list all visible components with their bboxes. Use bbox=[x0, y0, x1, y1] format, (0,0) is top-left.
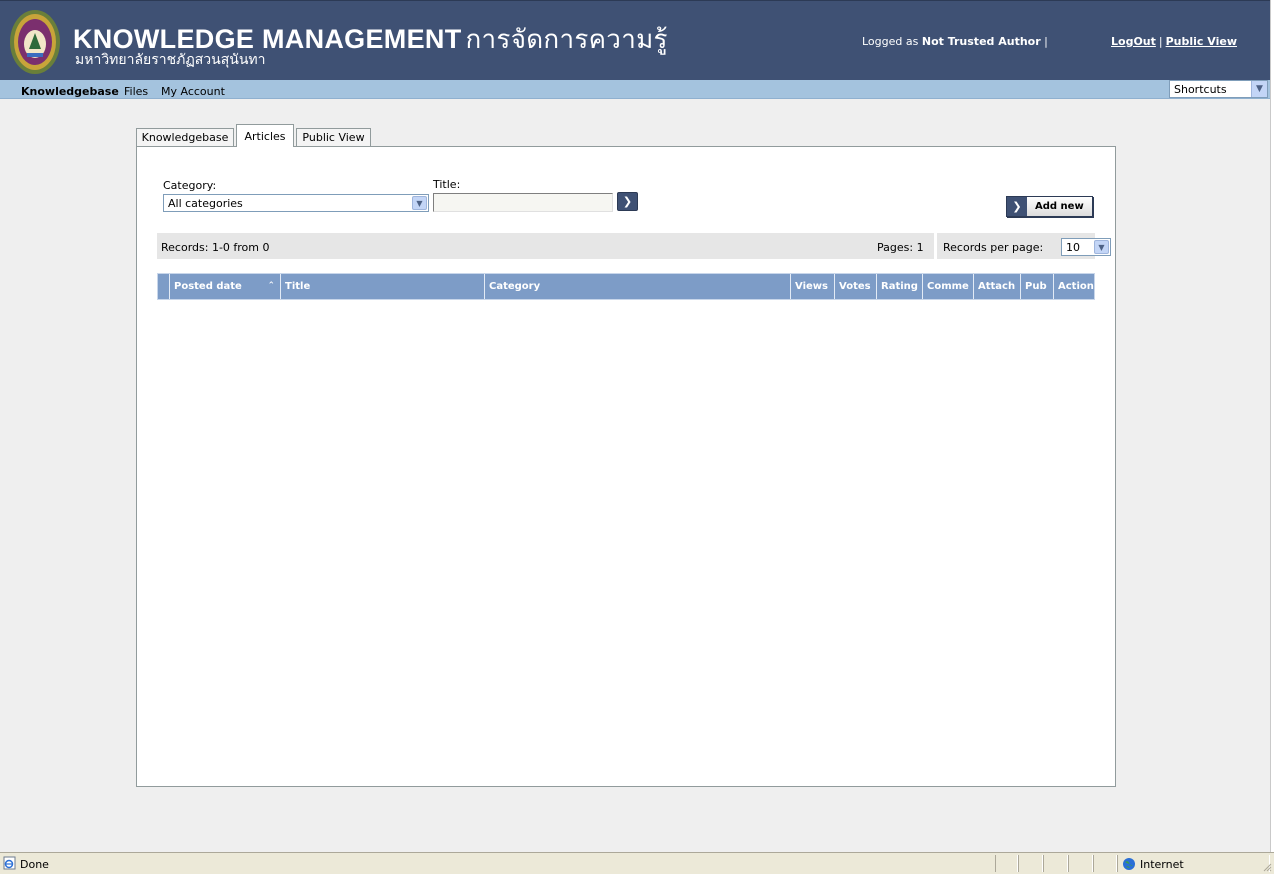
browser-status-bar: Done Internet bbox=[0, 852, 1274, 874]
status-cell bbox=[995, 855, 1018, 872]
title-input[interactable] bbox=[433, 193, 613, 212]
window-edge bbox=[1270, 0, 1274, 852]
page-icon bbox=[3, 856, 16, 870]
nav-item-files[interactable]: Files bbox=[124, 85, 148, 98]
status-text: Done bbox=[20, 858, 49, 871]
login-separator: | bbox=[1044, 35, 1048, 48]
security-zone: Internet bbox=[1140, 858, 1184, 871]
user-name: Not Trusted Author bbox=[921, 35, 1041, 48]
logged-as-label: Logged as bbox=[862, 35, 919, 48]
nav-item-knowledgebase[interactable]: Knowledgebase bbox=[21, 85, 119, 98]
title-label: Title: bbox=[433, 178, 461, 191]
column-category[interactable]: Category bbox=[484, 274, 790, 299]
add-new-button[interactable]: ❯ Add new bbox=[1006, 196, 1093, 217]
login-info: Logged as Not Trusted Author | bbox=[862, 35, 1048, 48]
tab-public-view[interactable]: Public View bbox=[296, 128, 371, 146]
column-views[interactable]: Views bbox=[790, 274, 834, 299]
records-bar: Records: 1-0 from 0 Pages: 1 Records per… bbox=[157, 233, 1111, 259]
category-value: All categories bbox=[168, 197, 243, 210]
records-divider bbox=[934, 233, 937, 259]
articles-panel: Category: All categories ▼ Title: ❯ ❯ Ad… bbox=[136, 146, 1116, 787]
shortcuts-select[interactable]: Shortcuts ▼ bbox=[1169, 80, 1268, 98]
sort-ascending-icon: ⌃ bbox=[267, 281, 275, 291]
university-logo bbox=[10, 10, 60, 74]
logout-link[interactable]: LogOut bbox=[1111, 35, 1156, 48]
category-label: Category: bbox=[163, 179, 217, 192]
app-title-thai: การจัดการความรู้ bbox=[465, 24, 668, 54]
add-new-label: Add new bbox=[1035, 201, 1084, 212]
pages-count: Pages: 1 bbox=[877, 241, 924, 254]
status-cell bbox=[1043, 855, 1068, 872]
records-per-page-select[interactable]: 10 ▼ bbox=[1061, 238, 1111, 256]
main-nav: Knowledgebase Files My Account Shortcuts… bbox=[0, 80, 1270, 99]
articles-table-header: Posted date ⌃ Title Category Views Votes… bbox=[157, 273, 1095, 300]
column-attach[interactable]: Attach bbox=[973, 274, 1020, 299]
chevron-down-icon[interactable]: ▼ bbox=[1251, 81, 1267, 97]
shortcuts-value: Shortcuts bbox=[1174, 83, 1227, 96]
link-separator: | bbox=[1158, 35, 1163, 48]
nav-item-my-account[interactable]: My Account bbox=[161, 85, 225, 98]
app-subtitle: มหาวิทยาลัยราชภัฏสวนสุนันทา bbox=[75, 51, 266, 67]
header-links: LogOut | Public View bbox=[1111, 35, 1237, 48]
tab-knowledgebase[interactable]: Knowledgebase bbox=[136, 128, 234, 146]
status-cell bbox=[1018, 855, 1043, 872]
column-pub[interactable]: Pub bbox=[1020, 274, 1053, 299]
column-comments[interactable]: Comme bbox=[922, 274, 973, 299]
chevron-down-icon[interactable]: ▼ bbox=[1094, 240, 1109, 254]
row-select-column bbox=[158, 274, 169, 299]
status-cell bbox=[1093, 855, 1117, 872]
column-posted-date[interactable]: Posted date ⌃ bbox=[169, 274, 280, 299]
column-votes[interactable]: Votes bbox=[834, 274, 876, 299]
chevron-right-icon: ❯ bbox=[1007, 197, 1027, 216]
search-button[interactable]: ❯ bbox=[617, 192, 638, 211]
records-per-page-value: 10 bbox=[1066, 241, 1080, 254]
column-action[interactable]: Action bbox=[1053, 274, 1094, 299]
category-select[interactable]: All categories ▼ bbox=[163, 194, 429, 212]
status-cell bbox=[1068, 855, 1093, 872]
resize-grip-icon[interactable] bbox=[1262, 862, 1272, 872]
records-summary: Records: 1-0 from 0 bbox=[161, 241, 270, 254]
public-view-link[interactable]: Public View bbox=[1166, 35, 1237, 48]
records-per-page-label: Records per page: bbox=[943, 241, 1044, 254]
column-rating[interactable]: Rating bbox=[876, 274, 922, 299]
globe-icon bbox=[1123, 858, 1135, 870]
tab-articles[interactable]: Articles bbox=[236, 124, 294, 147]
column-title[interactable]: Title bbox=[280, 274, 484, 299]
chevron-down-icon[interactable]: ▼ bbox=[412, 196, 427, 210]
chevron-right-icon: ❯ bbox=[622, 195, 633, 208]
app-header: KNOWLEDGE MANAGEMENT การจัดการความรู้ มหา… bbox=[0, 0, 1274, 80]
